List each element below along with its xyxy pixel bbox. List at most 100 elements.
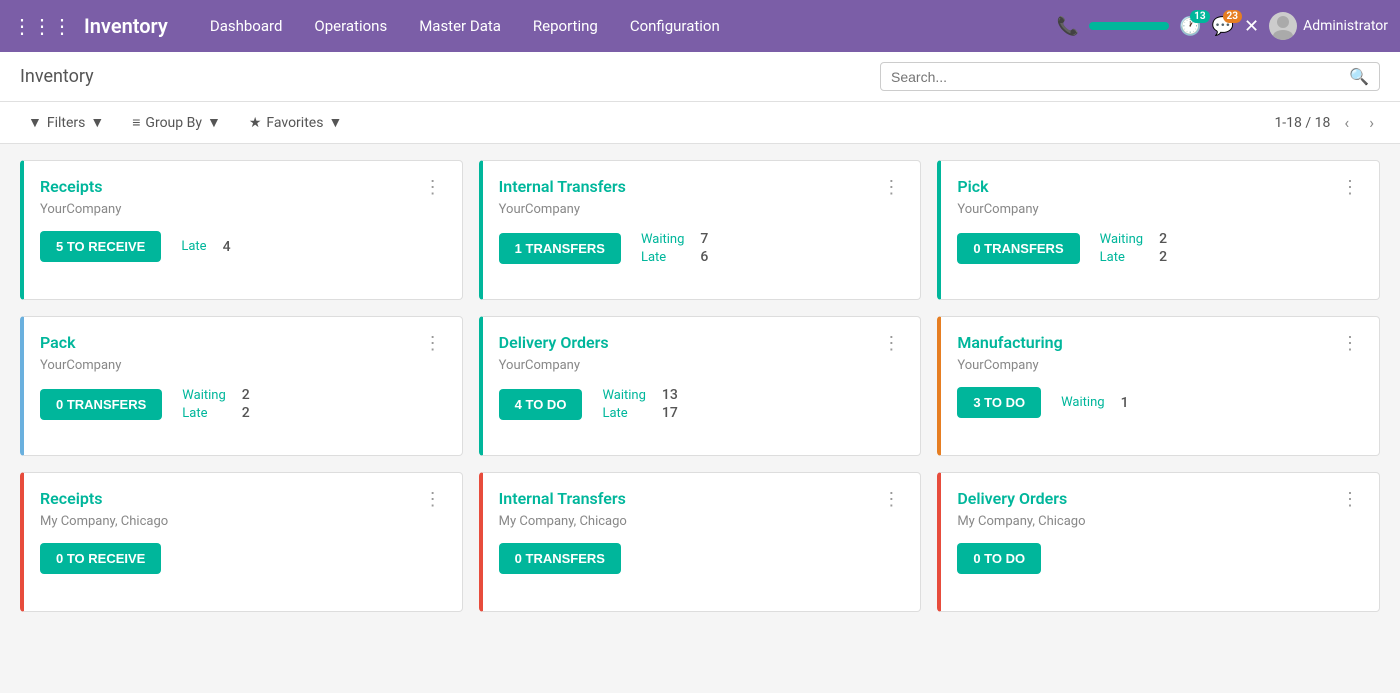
card-subtitle: My Company, Chicago [499,514,905,529]
card-action-button[interactable]: 0 TRANSFERS [40,389,162,420]
stat2-value: 17 [662,405,678,421]
card-action-button[interactable]: 5 TO RECEIVE [40,231,161,262]
search-input[interactable] [891,69,1349,85]
nav-reporting[interactable]: Reporting [519,11,612,41]
card-body: 4 TO DO Waiting 13 Late 17 [499,387,905,421]
card-action-button[interactable]: 0 TRANSFERS [499,543,621,574]
card-title[interactable]: Manufacturing [957,333,1062,352]
chat-icon[interactable]: 💬 23 [1212,16,1234,37]
stat1-label: Waiting [1061,395,1104,410]
card-pack-yourcompany: Pack ⋮ YourCompany 0 TRANSFERS Waiting 2… [20,316,463,456]
card-menu-button[interactable]: ⋮ [1337,177,1363,198]
card-menu-button[interactable]: ⋮ [878,489,904,510]
stat-row-1: Late 4 [181,239,230,255]
stat-row-2: Late 2 [1100,249,1167,265]
toolbar: ▼ Filters ▼ ≡ Group By ▼ ★ Favorites ▼ 1… [0,102,1400,144]
app-name: Inventory [84,14,168,38]
stat1-value: 1 [1121,395,1129,411]
card-title[interactable]: Pick [957,177,988,196]
nav-masterdata[interactable]: Master Data [405,11,515,41]
nav-dashboard[interactable]: Dashboard [196,11,297,41]
stat-row-2: Late 17 [602,405,677,421]
card-stats: Waiting 1 [1061,395,1128,411]
card-menu-button[interactable]: ⋮ [878,333,904,354]
card-stats: Waiting 13 Late 17 [602,387,677,421]
card-title[interactable]: Receipts [40,489,102,508]
filters-button[interactable]: ▼ Filters ▼ [20,110,112,135]
close-icon[interactable]: ✕ [1244,16,1259,37]
card-action-button[interactable]: 3 TO DO [957,387,1041,418]
card-title[interactable]: Internal Transfers [499,177,626,196]
groupby-icon: ≡ [132,114,140,131]
prev-page-button[interactable]: ‹ [1338,111,1355,134]
stat-row-1: Waiting 1 [1061,395,1128,411]
card-body: 5 TO RECEIVE Late 4 [40,231,446,262]
card-menu-button[interactable]: ⋮ [420,489,446,510]
card-title[interactable]: Pack [40,333,76,352]
card-header: Pick ⋮ [957,177,1363,198]
stat1-label: Waiting [641,232,684,247]
stat-row-1: Waiting 2 [182,387,249,403]
stat2-label: Late [182,406,207,421]
progress-bar [1089,22,1169,30]
chat-badge: 23 [1223,10,1242,23]
favorites-button[interactable]: ★ Favorites ▼ [241,110,350,135]
card-menu-button[interactable]: ⋮ [420,333,446,354]
card-header: Internal Transfers ⋮ [499,489,905,510]
card-subtitle: YourCompany [40,202,446,217]
grid-icon[interactable]: ⋮⋮⋮ [12,14,72,38]
card-title[interactable]: Internal Transfers [499,489,626,508]
filter-icon: ▼ [28,114,42,131]
search-bar: 🔍 [880,62,1380,91]
activity-icon[interactable]: 🕐 13 [1179,16,1201,37]
card-action-button[interactable]: 4 TO DO [499,389,583,420]
card-menu-button[interactable]: ⋮ [1337,333,1363,354]
stat1-label: Waiting [182,388,225,403]
card-header: Receipts ⋮ [40,489,446,510]
card-header: Internal Transfers ⋮ [499,177,905,198]
nav-configuration[interactable]: Configuration [616,11,734,41]
card-title[interactable]: Delivery Orders [499,333,609,352]
stat1-value: 7 [700,231,708,247]
card-body: 3 TO DO Waiting 1 [957,387,1363,418]
card-menu-button[interactable]: ⋮ [420,177,446,198]
stat1-value: 2 [1159,231,1167,247]
stat-row-1: Waiting 13 [602,387,677,403]
card-title[interactable]: Delivery Orders [957,489,1067,508]
card-menu-button[interactable]: ⋮ [1337,489,1363,510]
card-delivery-orders-chicago: Delivery Orders ⋮ My Company, Chicago 0 … [937,472,1380,612]
card-header: Delivery Orders ⋮ [957,489,1363,510]
card-receipts-chicago: Receipts ⋮ My Company, Chicago 0 TO RECE… [20,472,463,612]
card-subtitle: YourCompany [499,202,905,217]
next-page-button[interactable]: › [1363,111,1380,134]
card-action-button[interactable]: 0 TRANSFERS [957,233,1079,264]
card-menu-button[interactable]: ⋮ [878,177,904,198]
card-action-button[interactable]: 1 TRANSFERS [499,233,621,264]
card-stats: Waiting 7 Late 6 [641,231,708,265]
card-subtitle: YourCompany [957,358,1363,373]
card-header: Pack ⋮ [40,333,446,354]
search-icon[interactable]: 🔍 [1349,67,1369,86]
user-menu[interactable]: Administrator [1269,12,1388,40]
card-body: 1 TRANSFERS Waiting 7 Late 6 [499,231,905,265]
card-internal-transfers-chicago: Internal Transfers ⋮ My Company, Chicago… [479,472,922,612]
nav-menu: Dashboard Operations Master Data Reporti… [196,11,1049,41]
avatar [1269,12,1297,40]
stat1-label: Late [181,239,206,254]
nav-operations[interactable]: Operations [300,11,401,41]
subheader: Inventory 🔍 [0,52,1400,102]
card-body: 0 TO RECEIVE [40,543,446,574]
card-header: Manufacturing ⋮ [957,333,1363,354]
card-action-button[interactable]: 0 TO DO [957,543,1041,574]
main-content: Receipts ⋮ YourCompany 5 TO RECEIVE Late… [0,144,1400,628]
toolbar-right: 1-18 / 18 ‹ › [1274,111,1380,134]
username: Administrator [1303,18,1388,34]
card-body: 0 TRANSFERS Waiting 2 Late 2 [40,387,446,421]
card-action-button[interactable]: 0 TO RECEIVE [40,543,161,574]
stat2-label: Late [641,250,666,265]
toolbar-left: ▼ Filters ▼ ≡ Group By ▼ ★ Favorites ▼ [20,110,350,135]
groupby-button[interactable]: ≡ Group By ▼ [124,110,229,135]
phone-icon[interactable]: 📞 [1057,16,1079,37]
card-stats: Waiting 2 Late 2 [182,387,249,421]
card-title[interactable]: Receipts [40,177,102,196]
